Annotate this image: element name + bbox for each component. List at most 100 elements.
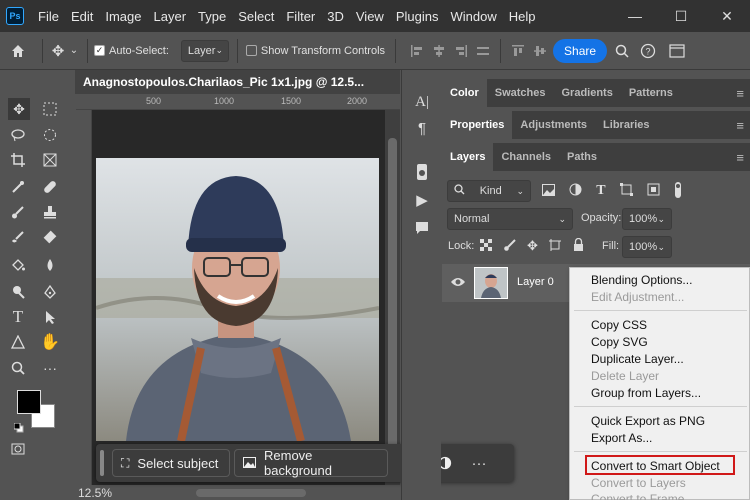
opacity-field[interactable]: 100% ⌄: [622, 208, 672, 230]
healing-brush-tool-icon[interactable]: [41, 178, 59, 196]
tab-color[interactable]: Color: [442, 79, 487, 107]
path-selection-tool-icon[interactable]: [41, 308, 59, 326]
align-right-icon[interactable]: [450, 44, 472, 58]
history-brush-tool-icon[interactable]: [9, 228, 27, 246]
more-options-icon[interactable]: ···: [462, 455, 496, 472]
tab-patterns[interactable]: Patterns: [621, 79, 681, 107]
close-button[interactable]: ✕: [704, 0, 750, 32]
maximize-button[interactable]: ☐: [658, 0, 704, 32]
align-center-icon[interactable]: [428, 44, 450, 58]
type-tool-icon[interactable]: T: [9, 307, 27, 326]
layer-kind-filter[interactable]: Kind ⌄: [447, 180, 531, 202]
move-tool-icon[interactable]: ✥: [8, 98, 30, 120]
vertical-scrollbar[interactable]: [385, 110, 400, 485]
tab-adjustments[interactable]: Adjustments: [512, 111, 595, 139]
zoom-level[interactable]: 12.5%: [78, 486, 112, 500]
select-subject-button[interactable]: ⛶ Select subject: [112, 449, 230, 477]
workspace-icon[interactable]: [663, 43, 691, 58]
menu-item-quick-export-png[interactable]: Quick Export as PNG: [591, 414, 705, 428]
visibility-eye-icon[interactable]: [450, 276, 466, 291]
lock-position-icon[interactable]: ✥: [527, 238, 538, 254]
more-tools-icon[interactable]: ···: [41, 359, 59, 377]
object-select-tool-icon[interactable]: [41, 126, 59, 144]
menu-item-copy-svg[interactable]: Copy SVG: [591, 335, 648, 349]
horizontal-scroll-thumb[interactable]: [196, 489, 306, 497]
smart-object-filter-icon[interactable]: [647, 183, 660, 199]
default-colors-icon[interactable]: [13, 422, 24, 433]
lock-artboard-icon[interactable]: [549, 238, 562, 254]
fill-field[interactable]: 100% ⌄: [622, 236, 672, 258]
help-icon[interactable]: ?: [633, 43, 663, 59]
show-transform-checkbox[interactable]: [245, 45, 257, 56]
menu-image[interactable]: Image: [99, 9, 147, 24]
menu-help[interactable]: Help: [503, 9, 542, 24]
menu-edit[interactable]: Edit: [65, 9, 99, 24]
menu-filter[interactable]: Filter: [280, 9, 321, 24]
tab-layers[interactable]: Layers: [442, 143, 494, 171]
remove-background-button[interactable]: Remove background: [234, 448, 388, 478]
menu-plugins[interactable]: Plugins: [390, 9, 445, 24]
lock-brush-icon[interactable]: [503, 238, 516, 254]
tab-swatches[interactable]: Swatches: [487, 79, 554, 107]
zoom-tool-icon[interactable]: [9, 359, 27, 377]
canvas-area[interactable]: [92, 110, 385, 485]
panel-menu-icon[interactable]: ≡: [736, 150, 744, 165]
align-top-icon[interactable]: [507, 44, 529, 58]
menu-select[interactable]: Select: [232, 9, 280, 24]
tab-channels[interactable]: Channels: [493, 143, 559, 171]
chevron-down-icon[interactable]: ⌄: [67, 45, 81, 56]
pen-tool-icon[interactable]: [41, 283, 59, 301]
marquee-tool-icon[interactable]: [41, 100, 59, 118]
vertical-scroll-thumb[interactable]: [388, 138, 397, 468]
distribute-icon[interactable]: [472, 44, 494, 58]
lasso-tool-icon[interactable]: [9, 126, 27, 144]
align-left-icon[interactable]: [406, 44, 428, 58]
tab-properties[interactable]: Properties: [442, 111, 513, 139]
eraser-tool-icon[interactable]: [41, 228, 59, 246]
tab-gradients[interactable]: Gradients: [553, 79, 620, 107]
move-tool-icon[interactable]: ✥: [49, 42, 67, 60]
brush-tool-icon[interactable]: [9, 203, 27, 221]
home-icon[interactable]: [0, 43, 36, 59]
blur-tool-icon[interactable]: [41, 256, 59, 274]
minimize-button[interactable]: —: [612, 0, 658, 32]
paragraph-panel-icon[interactable]: ¶: [414, 120, 430, 137]
pixel-filter-icon[interactable]: [542, 183, 555, 199]
filter-toggle-icon[interactable]: [674, 181, 682, 201]
quick-mask-icon[interactable]: [9, 440, 27, 458]
character-panel-icon[interactable]: A|: [414, 94, 430, 110]
panel-menu-icon[interactable]: ≡: [736, 118, 744, 133]
drag-handle[interactable]: [100, 450, 104, 476]
menu-item-duplicate-layer[interactable]: Duplicate Layer...: [591, 352, 684, 366]
tab-libraries[interactable]: Libraries: [595, 111, 657, 139]
tab-paths[interactable]: Paths: [559, 143, 605, 171]
menu-item-export-as[interactable]: Export As...: [591, 431, 652, 445]
shape-filter-icon[interactable]: [619, 183, 633, 199]
panel-menu-icon[interactable]: ≡: [736, 86, 744, 101]
frame-tool-icon[interactable]: [41, 151, 59, 169]
menu-item-group-from-layers[interactable]: Group from Layers...: [591, 386, 701, 400]
layer-name[interactable]: Layer 0: [517, 276, 554, 288]
stamp-tool-icon[interactable]: [41, 203, 59, 221]
menu-3d[interactable]: 3D: [321, 9, 350, 24]
comments-panel-icon[interactable]: [414, 220, 430, 236]
menu-item-blending-options[interactable]: Blending Options...: [591, 273, 692, 287]
dodge-tool-icon[interactable]: [9, 283, 27, 301]
crop-tool-icon[interactable]: [9, 151, 27, 169]
menu-item-copy-css[interactable]: Copy CSS: [591, 318, 647, 332]
blend-mode-dropdown[interactable]: Normal ⌄: [447, 208, 573, 230]
lock-transparency-icon[interactable]: [480, 238, 492, 254]
eyedropper-tool-icon[interactable]: [9, 178, 27, 196]
menu-type[interactable]: Type: [192, 9, 232, 24]
menu-file[interactable]: File: [32, 9, 65, 24]
adjustment-filter-icon[interactable]: [569, 183, 582, 199]
hand-tool-icon[interactable]: ✋: [40, 333, 60, 351]
actions-panel-icon[interactable]: ▶: [414, 192, 430, 209]
search-icon[interactable]: [611, 44, 633, 58]
document-tab[interactable]: Anagnostopoulos.Charilaos_Pic 1x1.jpg @ …: [75, 70, 400, 94]
menu-item-convert-to-smart-object[interactable]: Convert to Smart Object: [591, 459, 720, 473]
align-middle-icon[interactable]: [529, 44, 551, 58]
share-button[interactable]: Share: [553, 38, 608, 63]
auto-select-checkbox[interactable]: ✓: [94, 45, 105, 56]
menu-view[interactable]: View: [350, 9, 390, 24]
